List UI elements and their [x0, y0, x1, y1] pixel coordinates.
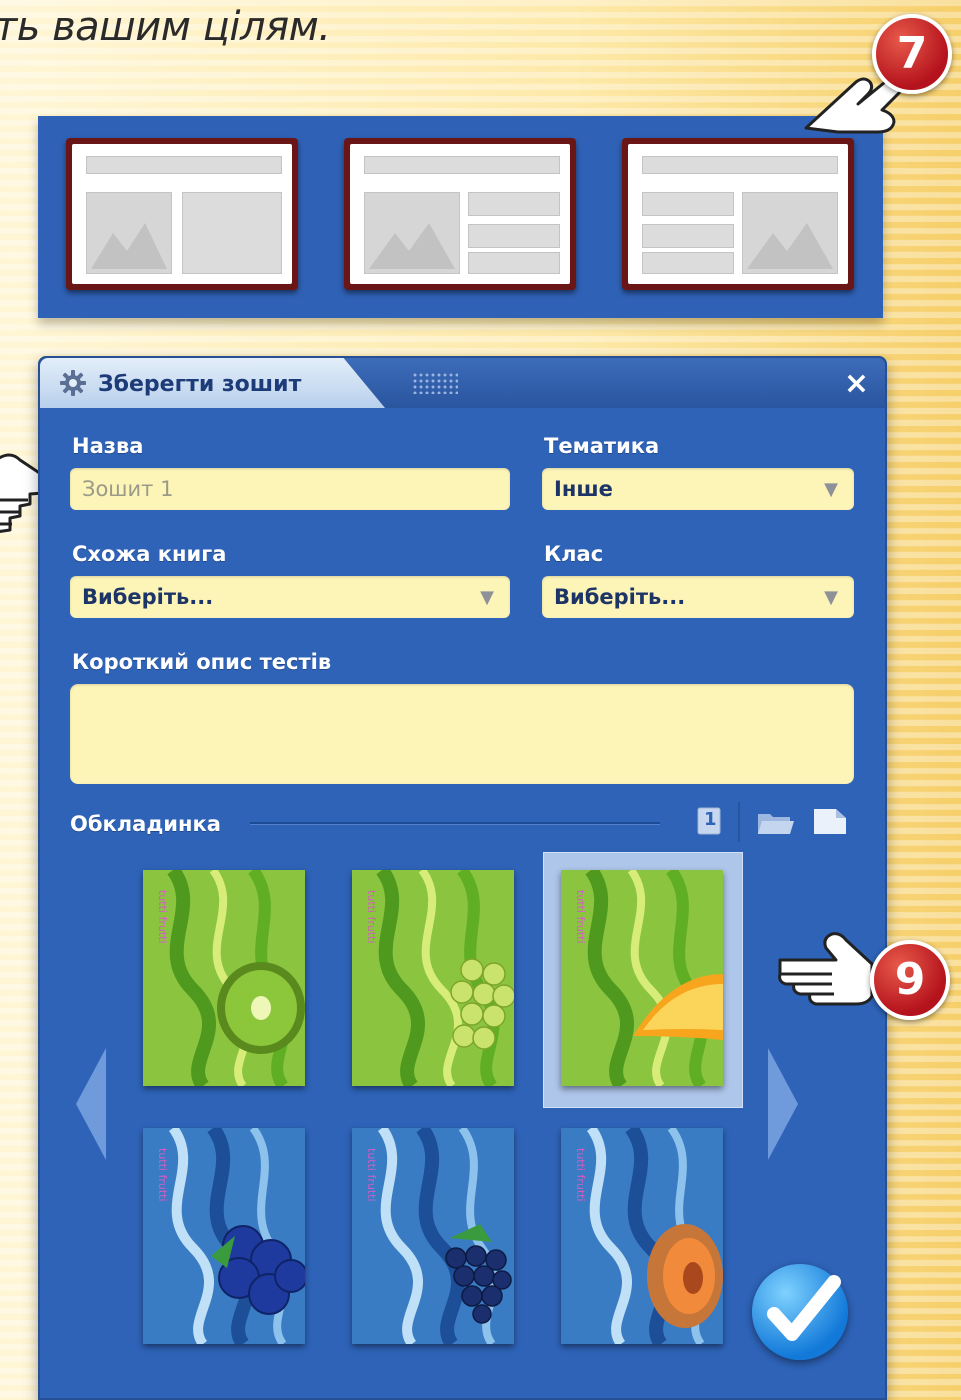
name-placeholder: Зошит 1 — [82, 477, 174, 501]
svg-text:tutti frutti: tutti frutti — [574, 890, 587, 944]
cover-blackberry[interactable]: tutti frutti — [352, 1128, 514, 1344]
svg-text:tutti frutti: tutti frutti — [365, 890, 378, 944]
topic-select[interactable]: Інше ▼ — [542, 468, 854, 510]
drag-handle[interactable] — [412, 372, 458, 394]
dropdown-arrow-icon: ▼ — [480, 587, 494, 608]
grade-value: Виберіть... — [554, 585, 686, 609]
topic-value: Інше — [554, 477, 613, 501]
topic-label: Тематика — [544, 434, 660, 458]
description-textarea[interactable] — [70, 684, 854, 784]
layout-option-2[interactable] — [344, 138, 576, 290]
grade-label: Клас — [544, 542, 604, 566]
similar-book-select[interactable]: Виберіть... ▼ — [70, 576, 510, 618]
dropdown-arrow-icon: ▼ — [824, 479, 838, 500]
cover-blueberries[interactable]: tutti frutti — [143, 1128, 305, 1344]
section-divider — [250, 822, 660, 825]
svg-text:tutti frutti: tutti frutti — [156, 1148, 169, 1202]
confirm-button[interactable] — [752, 1264, 848, 1360]
image-placeholder-icon — [742, 192, 838, 274]
layout-option-1[interactable] — [66, 138, 298, 290]
pointing-hand-icon — [778, 932, 874, 1006]
similar-book-value: Виберіть... — [82, 585, 214, 609]
svg-text:tutti frutti: tutti frutti — [156, 890, 169, 944]
cover-grapes[interactable]: tutti frutti — [352, 870, 514, 1086]
gear-icon — [60, 370, 86, 396]
name-input[interactable]: Зошит 1 — [70, 468, 510, 510]
new-page-icon[interactable] — [810, 806, 850, 836]
dialog-titlebar[interactable]: Зберегти зошит × — [40, 358, 885, 408]
save-notebook-dialog: Зберегти зошит × Назва Зошит 1 Тематика … — [38, 356, 887, 1400]
open-folder-icon[interactable] — [756, 808, 796, 838]
caption-text: ть вашим цілям. — [0, 4, 331, 50]
close-button[interactable]: × — [844, 366, 869, 401]
page-number-text: 1 — [704, 809, 717, 830]
checkmark-icon — [767, 1275, 841, 1341]
dialog-title: Зберегти зошит — [98, 372, 302, 397]
similar-book-label: Схожа книга — [72, 542, 227, 566]
previous-arrow-icon[interactable] — [76, 1048, 108, 1160]
next-arrow-icon[interactable] — [766, 1048, 798, 1160]
svg-text:tutti frutti: tutti frutti — [365, 1148, 378, 1202]
cover-melon[interactable]: tutti frutti — [561, 870, 723, 1086]
grade-select[interactable]: Виберіть... ▼ — [542, 576, 854, 618]
description-label: Короткий опис тестів — [72, 650, 332, 674]
callout-badge: 9 — [870, 940, 950, 1020]
svg-text:tutti frutti: tutti frutti — [574, 1148, 587, 1202]
layout-strip — [38, 116, 883, 318]
image-placeholder-icon — [364, 192, 460, 274]
image-placeholder-icon — [86, 192, 172, 274]
layout-option-3[interactable] — [622, 138, 854, 290]
cover-peach[interactable]: tutti frutti — [561, 1128, 723, 1344]
callout-badge: 7 — [872, 14, 952, 94]
cover-kiwi[interactable]: tutti frutti — [143, 870, 305, 1086]
page-number-icon[interactable]: 1 — [694, 806, 724, 836]
toolbar-divider — [738, 802, 740, 842]
name-label: Назва — [72, 434, 144, 458]
dropdown-arrow-icon: ▼ — [824, 587, 838, 608]
cover-section-label: Обкладинка — [70, 812, 221, 836]
